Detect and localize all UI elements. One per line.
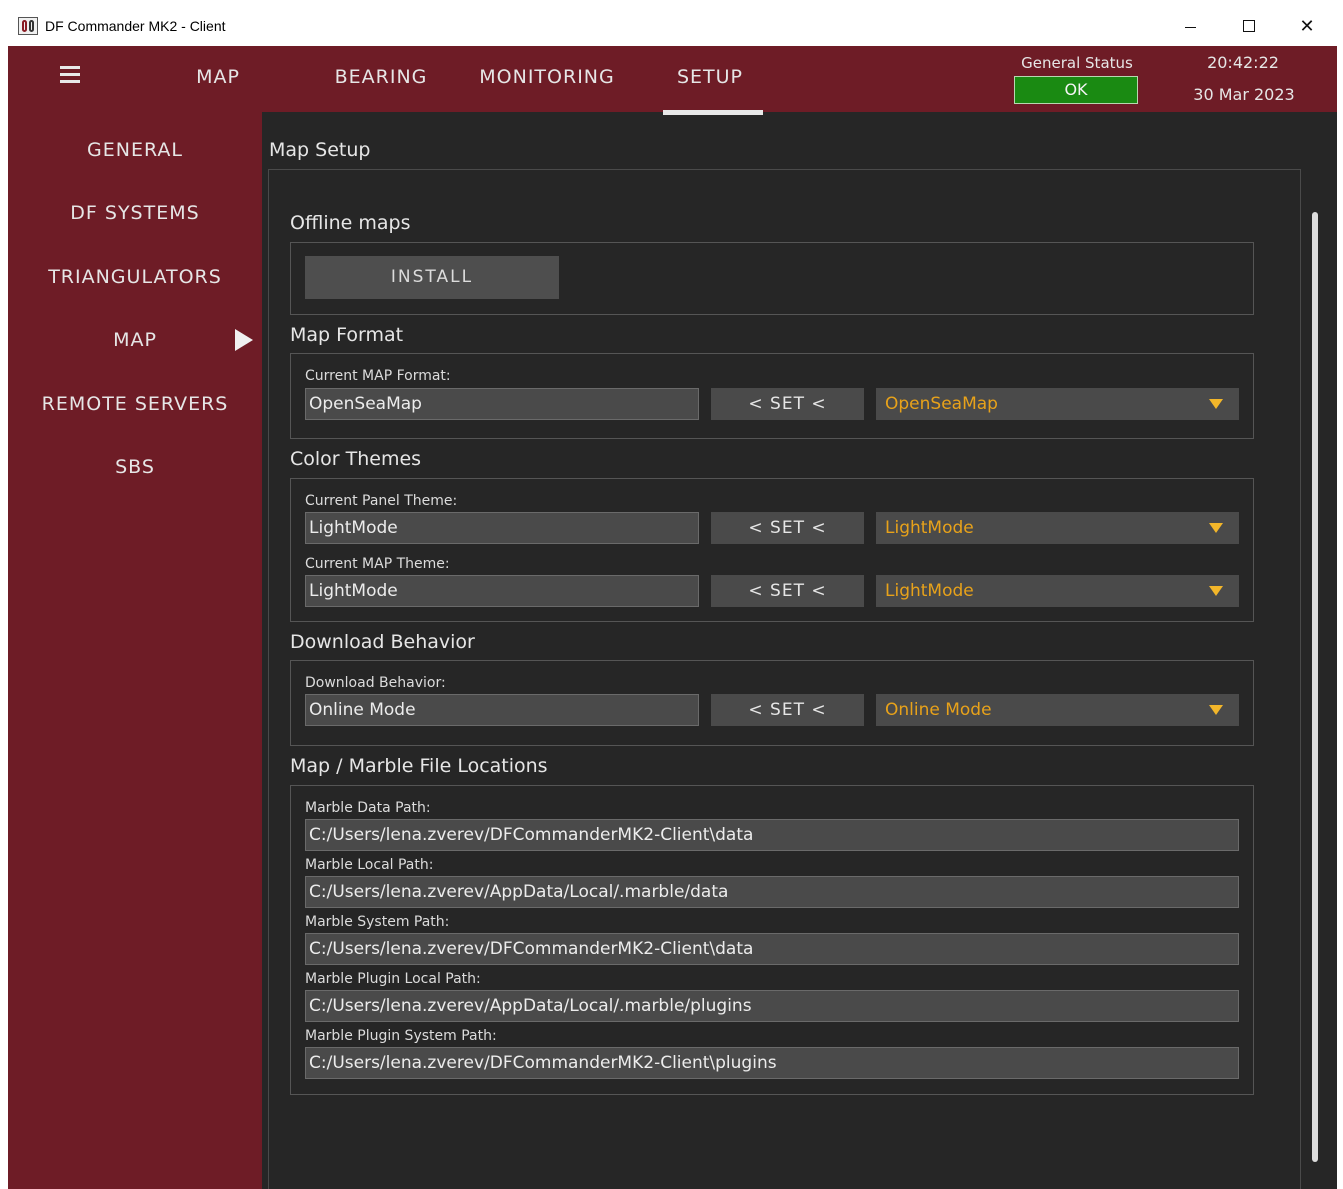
marble-plugin-local-path-field[interactable]: C:/Users/lena.zverev/AppData/Local/.marb… <box>305 990 1239 1022</box>
map-theme-selected: LightMode <box>885 581 974 601</box>
clock-time: 20:42:22 <box>1207 53 1279 72</box>
sidebar-item-remote-servers[interactable]: REMOTE SERVERS <box>8 393 262 415</box>
marble-data-path-field[interactable]: C:/Users/lena.zverev/DFCommanderMK2-Clie… <box>305 819 1239 851</box>
minimize-button[interactable] <box>1162 7 1220 46</box>
current-map-format-label: Current MAP Format: <box>305 368 451 384</box>
set-map-theme-button[interactable]: < SET < <box>711 575 864 607</box>
close-icon[interactable]: ✕ <box>1278 7 1336 46</box>
current-panel-theme-field: LightMode <box>305 512 699 544</box>
current-panel-theme-label: Current Panel Theme: <box>305 493 458 509</box>
top-navigation: MAP BEARING MONITORING SETUP General Sta… <box>8 46 1337 115</box>
section-title-offline-maps: Offline maps <box>290 212 411 234</box>
sidebar: GENERAL DF SYSTEMS TRIANGULATORS MAP REM… <box>8 112 262 1189</box>
marble-local-path-field[interactable]: C:/Users/lena.zverev/AppData/Local/.marb… <box>305 876 1239 908</box>
install-button[interactable]: INSTALL <box>305 256 559 299</box>
section-title-file-locations: Map / Marble File Locations <box>290 755 548 777</box>
set-map-format-button[interactable]: < SET < <box>711 388 864 420</box>
active-tab-indicator <box>663 110 763 115</box>
current-map-theme-label: Current MAP Theme: <box>305 556 450 572</box>
sidebar-item-general[interactable]: GENERAL <box>8 139 262 161</box>
scrollbar[interactable] <box>1312 212 1318 1162</box>
dropdown-caret-icon <box>1209 586 1223 596</box>
download-behavior-selected: Online Mode <box>885 700 992 720</box>
sidebar-item-sbs[interactable]: SBS <box>8 456 262 478</box>
marble-local-path-label: Marble Local Path: <box>305 857 434 873</box>
current-map-format-field: OpenSeaMap <box>305 388 699 420</box>
section-title-map-format: Map Format <box>290 324 404 346</box>
map-theme-dropdown[interactable]: LightMode <box>876 575 1239 607</box>
sidebar-item-df-systems[interactable]: DF SYSTEMS <box>8 202 262 224</box>
download-behavior-dropdown[interactable]: Online Mode <box>876 694 1239 726</box>
set-download-behavior-button[interactable]: < SET < <box>711 694 864 726</box>
tab-bearing[interactable]: BEARING <box>326 66 436 90</box>
panel-theme-dropdown[interactable]: LightMode <box>876 512 1239 544</box>
window-title: DF Commander MK2 - Client <box>45 18 226 34</box>
status-badge: OK <box>1014 76 1138 104</box>
marble-plugin-local-path-label: Marble Plugin Local Path: <box>305 971 481 987</box>
marble-data-path-label: Marble Data Path: <box>305 800 431 816</box>
tab-map[interactable]: MAP <box>168 66 268 90</box>
dropdown-caret-icon <box>1209 705 1223 715</box>
panel-theme-selected: LightMode <box>885 518 974 538</box>
map-format-selected: OpenSeaMap <box>885 394 998 414</box>
maximize-button[interactable] <box>1220 7 1278 46</box>
set-panel-theme-button[interactable]: < SET < <box>711 512 864 544</box>
tab-setup[interactable]: SETUP <box>660 66 760 90</box>
active-item-arrow-icon <box>235 329 253 351</box>
marble-system-path-label: Marble System Path: <box>305 914 450 930</box>
map-format-dropdown[interactable]: OpenSeaMap <box>876 388 1239 420</box>
marble-system-path-field[interactable]: C:/Users/lena.zverev/DFCommanderMK2-Clie… <box>305 933 1239 965</box>
hamburger-menu-icon[interactable] <box>60 66 80 83</box>
dropdown-caret-icon <box>1209 523 1223 533</box>
marble-plugin-system-path-field[interactable]: C:/Users/lena.zverev/DFCommanderMK2-Clie… <box>305 1047 1239 1079</box>
dropdown-caret-icon <box>1209 399 1223 409</box>
app-window: DF Commander MK2 - Client ✕ MAP BEARING … <box>8 7 1337 1189</box>
section-title-color-themes: Color Themes <box>290 448 422 470</box>
sidebar-item-triangulators[interactable]: TRIANGULATORS <box>8 266 262 288</box>
sidebar-item-map[interactable]: MAP <box>8 329 262 351</box>
app-logo-icon <box>18 17 38 35</box>
current-map-theme-field: LightMode <box>305 575 699 607</box>
download-behavior-field: Online Mode <box>305 694 699 726</box>
tab-monitoring[interactable]: MONITORING <box>475 66 619 90</box>
section-title-download-behavior: Download Behavior <box>290 631 475 653</box>
general-status-label: General Status <box>1021 54 1133 72</box>
title-bar[interactable]: DF Commander MK2 - Client ✕ <box>8 7 1337 46</box>
marble-plugin-system-path-label: Marble Plugin System Path: <box>305 1028 497 1044</box>
clock-date: 30 Mar 2023 <box>1193 85 1295 104</box>
page-title: Map Setup <box>269 139 371 161</box>
download-behavior-label: Download Behavior: <box>305 675 446 691</box>
